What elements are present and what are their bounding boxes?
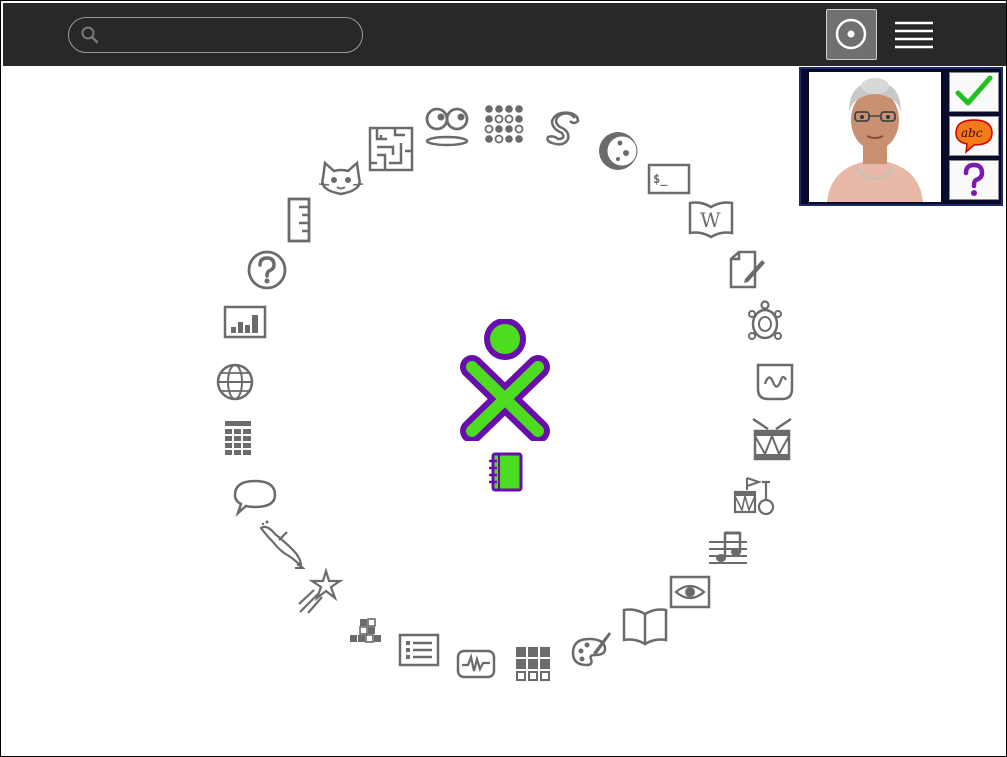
measure-icon[interactable]: [755, 362, 795, 402]
spell-button[interactable]: abc: [949, 116, 999, 156]
drum-icon[interactable]: [751, 417, 793, 463]
abc-speech-icon: abc: [955, 119, 993, 154]
wikipedia-icon[interactable]: W: [687, 199, 735, 239]
moon-icon[interactable]: [596, 129, 640, 173]
tamtam-edit-icon[interactable]: [707, 528, 749, 566]
journal-icon[interactable]: [485, 451, 525, 493]
svg-text:abc: abc: [961, 126, 983, 140]
tutor-panel: abc: [799, 67, 1003, 206]
tamtam-jam-icon[interactable]: [733, 476, 777, 516]
scope-icon[interactable]: [456, 649, 496, 679]
browse-globe-icon[interactable]: [214, 361, 256, 403]
xo-person-icon[interactable]: [460, 319, 550, 441]
question-icon: [963, 162, 985, 196]
record-icon[interactable]: [669, 575, 711, 609]
calculator-icon[interactable]: [223, 419, 253, 459]
svg-text:W: W: [700, 208, 721, 232]
pippy-snake-icon[interactable]: [544, 109, 584, 153]
blocks-icon[interactable]: [348, 617, 384, 647]
abacus-icon[interactable]: [483, 103, 527, 147]
star-chart-icon[interactable]: [296, 568, 344, 616]
help-question-button[interactable]: [949, 160, 999, 200]
turtle-art-icon[interactable]: [745, 300, 785, 346]
terminal-icon[interactable]: $_: [647, 163, 691, 195]
checkmark-icon: [955, 75, 993, 106]
dolphin-icon[interactable]: [257, 520, 305, 570]
paint-icon[interactable]: [569, 629, 613, 671]
chart-icon[interactable]: [223, 305, 267, 339]
tutor-avatar[interactable]: [809, 72, 941, 202]
list-icon[interactable]: [398, 633, 440, 667]
desktop-frame: $_ W abc: [0, 0, 1007, 757]
memorize-grid-icon[interactable]: [514, 645, 552, 683]
svg-text:$_: $_: [653, 172, 668, 187]
read-book-icon[interactable]: [621, 606, 669, 646]
scratch-cat-icon[interactable]: [317, 160, 365, 198]
maze-icon[interactable]: [367, 125, 415, 173]
ruler-icon[interactable]: [285, 197, 315, 243]
eyes-icon[interactable]: [423, 105, 471, 147]
check-button[interactable]: [949, 72, 999, 112]
write-icon[interactable]: [725, 249, 767, 291]
help-icon[interactable]: [245, 248, 289, 292]
chat-icon[interactable]: [232, 477, 278, 517]
avatar-portrait-icon: [809, 72, 941, 202]
